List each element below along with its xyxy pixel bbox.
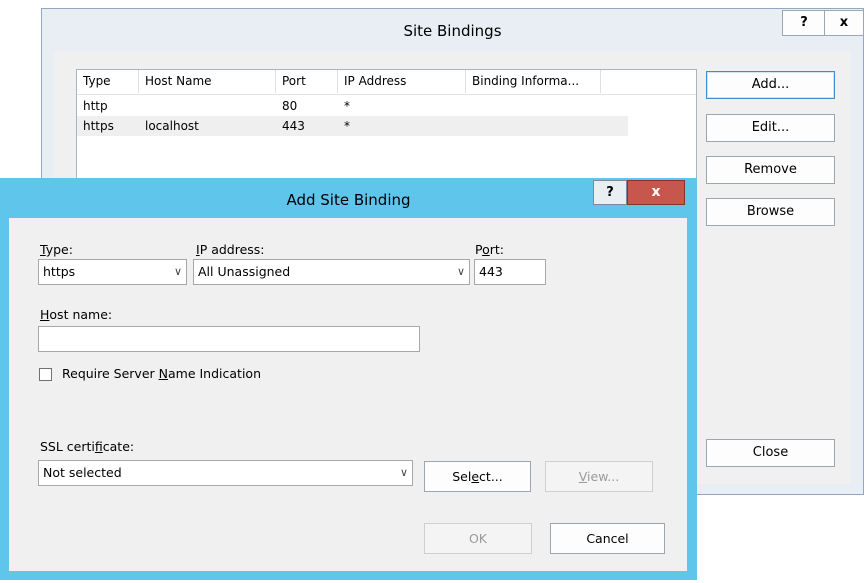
chevron-down-icon: ∨: [456, 265, 465, 278]
cell-info: [466, 96, 472, 116]
column-header-binding-information[interactable]: Binding Informa...: [466, 70, 601, 93]
cell-ip: *: [344, 99, 350, 113]
host-name-input[interactable]: [38, 326, 420, 352]
column-header-host-name[interactable]: Host Name: [139, 70, 276, 93]
ip-address-dropdown[interactable]: All Unassigned ∨: [193, 259, 470, 285]
ok-button[interactable]: OK: [424, 523, 532, 554]
column-header-ip-address[interactable]: IP Address: [338, 70, 466, 93]
chevron-down-icon: ∨: [399, 466, 408, 479]
add-site-binding-help-button[interactable]: ?: [593, 180, 627, 205]
column-header-port[interactable]: Port: [276, 70, 338, 93]
table-row[interactable]: https localhost 443 *: [77, 116, 628, 136]
port-input[interactable]: 443: [474, 259, 546, 285]
cell-type: http: [83, 99, 108, 113]
cell-type: https: [83, 119, 114, 133]
close-button[interactable]: Close: [706, 439, 835, 467]
cell-host: localhost: [145, 119, 199, 133]
ssl-certificate-dropdown[interactable]: Not selected ∨: [38, 460, 413, 486]
ssl-certificate-value: Not selected: [43, 465, 122, 480]
type-label: Type:: [40, 242, 73, 257]
cell-host: [139, 96, 145, 116]
view-certificate-button[interactable]: View...: [545, 461, 653, 492]
site-bindings-title: Site Bindings: [403, 22, 502, 40]
type-dropdown[interactable]: https ∨: [38, 259, 187, 285]
cell-info: [466, 116, 472, 136]
site-bindings-titlebar[interactable]: Site Bindings ? x: [42, 9, 864, 51]
select-certificate-button[interactable]: Select...: [424, 461, 531, 492]
host-name-label: Host name:: [40, 307, 113, 322]
remove-button[interactable]: Remove: [706, 156, 835, 184]
add-site-binding-dialog: Add Site Binding ? x Type: https ∨ IP ad…: [0, 178, 697, 580]
port-label: Port:: [475, 242, 505, 257]
table-row[interactable]: http 80 *: [77, 96, 628, 116]
require-sni-checkbox[interactable]: [39, 368, 52, 381]
cell-port: 80: [282, 99, 298, 113]
list-header: Type Host Name Port IP Address Binding I…: [77, 70, 696, 95]
ip-address-label: IP address:: [196, 242, 265, 257]
chevron-down-icon: ∨: [173, 265, 182, 278]
ip-address-value: All Unassigned: [198, 264, 291, 279]
browse-button[interactable]: Browse: [706, 198, 835, 226]
add-site-binding-close-icon[interactable]: x: [627, 180, 685, 205]
cell-port: 443: [282, 119, 305, 133]
type-value: https: [43, 264, 76, 279]
site-bindings-close-icon[interactable]: x: [824, 10, 864, 36]
add-site-binding-client: Type: https ∨ IP address: All Unassigned…: [9, 218, 687, 571]
ssl-certificate-label: SSL certificate:: [40, 439, 135, 454]
cancel-button[interactable]: Cancel: [550, 523, 665, 554]
require-sni-label[interactable]: Require Server Name Indication: [62, 366, 261, 381]
site-bindings-help-button[interactable]: ?: [782, 10, 826, 36]
add-button[interactable]: Add...: [706, 71, 835, 99]
edit-button[interactable]: Edit...: [706, 114, 835, 142]
column-header-type[interactable]: Type: [77, 70, 139, 93]
cell-ip: *: [344, 119, 350, 133]
